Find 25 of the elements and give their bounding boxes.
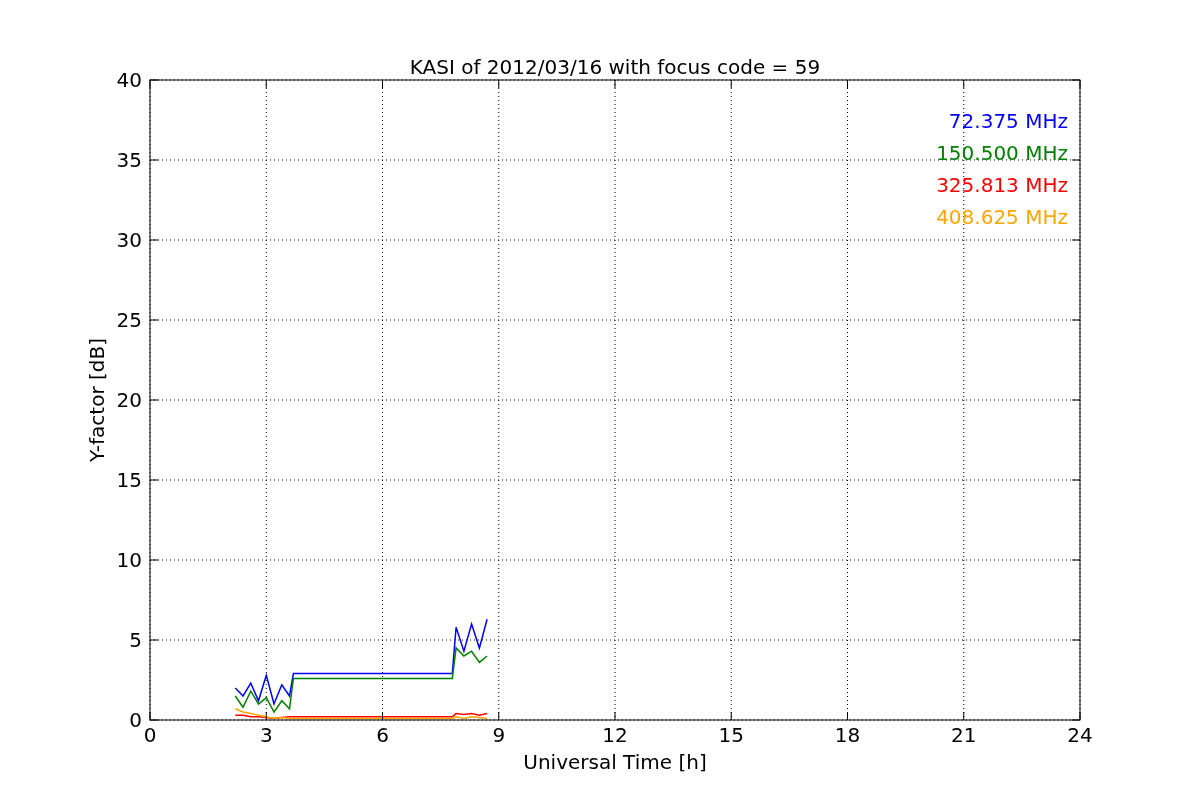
x-tick-label: 21: [951, 723, 977, 747]
x-tick-label: 0: [143, 723, 157, 747]
y-tick-label: 30: [116, 228, 142, 252]
x-tick-label: 9: [492, 723, 506, 747]
y-tick-label: 35: [116, 148, 142, 172]
x-tick-label: 15: [718, 723, 744, 747]
y-tick-label: 20: [116, 388, 142, 412]
legend-label: 150.500 MHz: [936, 141, 1068, 165]
y-tick-label: 10: [116, 548, 142, 572]
y-axis-label: Y-factor [dB]: [85, 338, 109, 462]
x-tick-label: 24: [1067, 723, 1093, 747]
chart-title: KASI of 2012/03/16 with focus code = 59: [409, 55, 821, 79]
x-tick-label: 12: [602, 723, 628, 747]
y-tick-label: 15: [116, 468, 142, 492]
x-axis-label: Universal Time [h]: [523, 750, 707, 774]
y-tick-label: 25: [116, 308, 142, 332]
x-tick-label: 18: [834, 723, 861, 747]
y-tick-label: 0: [129, 708, 142, 732]
x-tick-label: 6: [376, 723, 389, 747]
x-tick-label: 3: [259, 723, 273, 747]
y-tick-label: 40: [116, 68, 142, 92]
legend-label: 325.813 MHz: [936, 173, 1068, 197]
legend-label: 72.375 MHz: [948, 109, 1068, 133]
y-tick-label: 5: [129, 628, 142, 652]
legend-label: 408.625 MHz: [936, 205, 1068, 229]
